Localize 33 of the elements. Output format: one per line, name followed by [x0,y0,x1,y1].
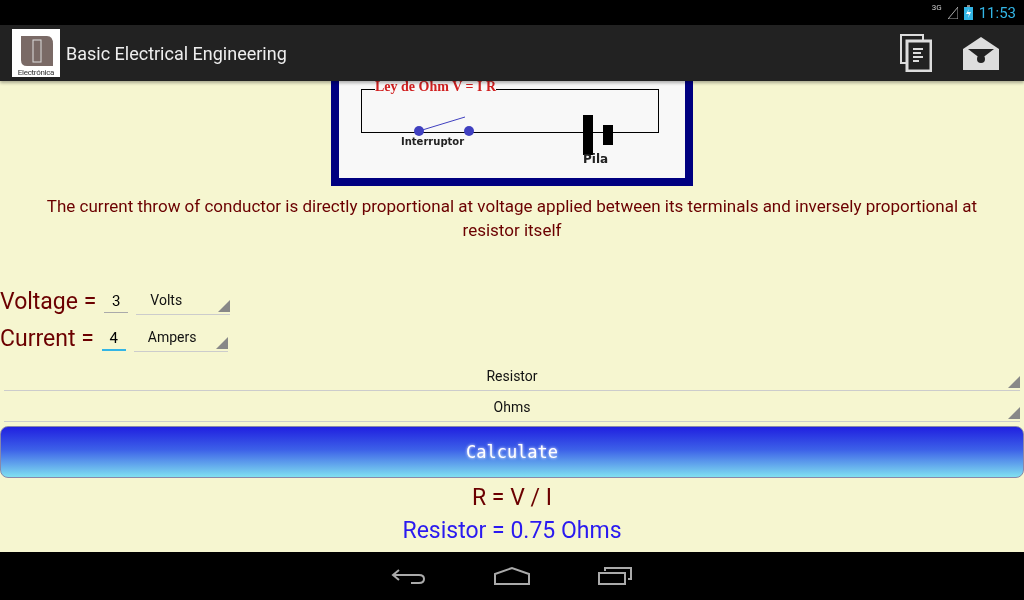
battery-label: Pila [583,152,609,166]
clock-time: 11:53 [978,3,1016,22]
calculate-button[interactable]: Calculate [0,426,1024,478]
unit-dropdown[interactable]: Ampers [133,325,228,352]
recent-apps-button[interactable] [597,566,633,586]
number-input[interactable]: 3 [104,290,129,313]
battery-charging-icon [963,5,973,20]
formula-caption: Ley de Ohm V = I R [375,81,497,95]
back-button[interactable] [391,566,427,586]
logo-caption: Electrónica [17,68,55,77]
quantity-dropdown[interactable]: Resistor [4,360,1020,391]
home-icon [493,566,531,586]
result-text: Resistor = 0.75 Ohms [402,517,622,544]
dropdown-corner-icon [218,300,231,312]
dropdown-corner-icon [215,337,228,349]
network-type-label: 3G [931,3,942,12]
app-title: Basic Electrical Engineering [66,42,288,64]
copy-icon [900,34,932,72]
dropdown-corner-icon [1008,376,1020,388]
formula-text: R = V / I [472,484,552,511]
home-button[interactable] [493,566,531,586]
number-input[interactable]: 4 [101,326,126,351]
signal-icon [947,6,958,19]
back-icon [391,566,427,586]
quantity-label: Voltage = [0,288,97,315]
dropdown-corner-icon [1008,407,1020,419]
recent-apps-icon [597,566,633,586]
unit-dropdown[interactable]: Ohms [4,391,1020,422]
unit-dropdown[interactable]: Volts [136,288,231,315]
envelope-icon [962,35,1000,71]
switch-label: Interruptor [401,136,465,147]
quantity-label: Current = [0,325,94,352]
ohms-law-description: The current throw of conductor is directly proportional at voltage applied between its terminals and inversely proportional at resistor itself [45,195,979,242]
